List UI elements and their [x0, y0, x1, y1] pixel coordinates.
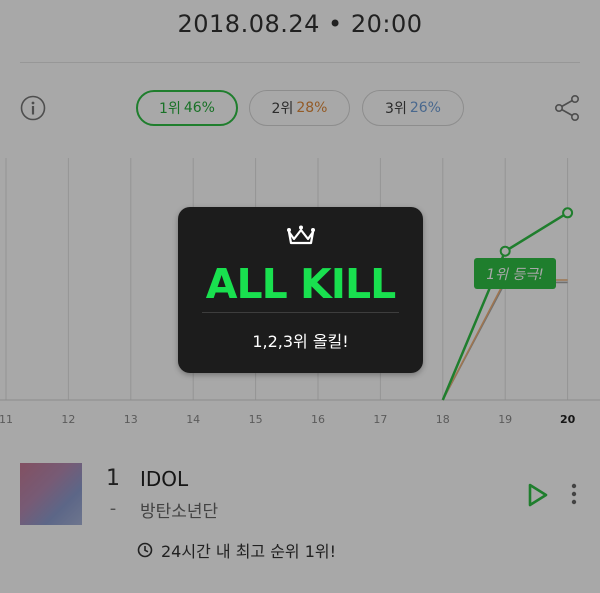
- dialog-divider: [202, 312, 399, 313]
- all-kill-dialog[interactable]: ALL KILL 1,2,3위 올킬!: [178, 207, 423, 373]
- chart-page: 2018.08.24 • 20:00 1위 46% 2위 28% 3위 26% …: [0, 0, 600, 593]
- all-kill-subtitle: 1,2,3위 올킬!: [252, 332, 349, 351]
- crown-icon: [287, 225, 315, 245]
- all-kill-title: ALL KILL: [205, 260, 397, 308]
